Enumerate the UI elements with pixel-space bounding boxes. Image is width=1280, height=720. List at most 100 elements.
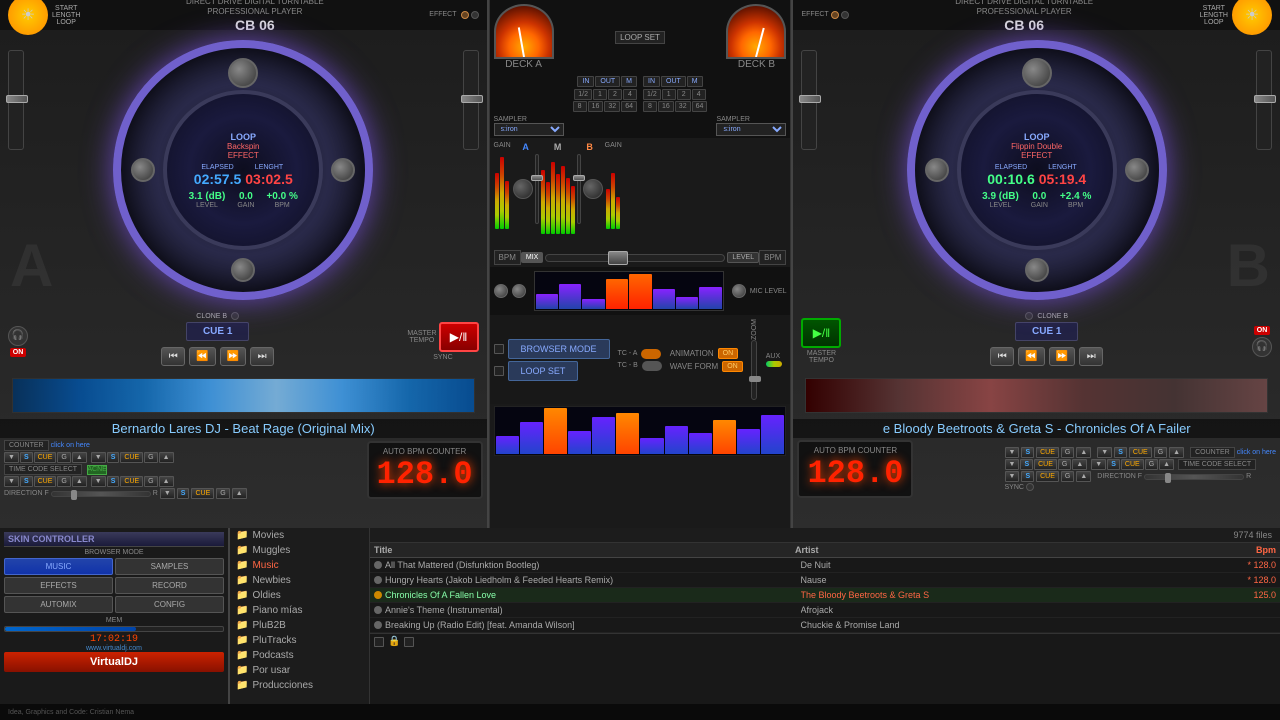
deck-a-g-btn-1[interactable]: G — [57, 452, 70, 463]
loop-1[interactable]: 1 — [593, 89, 607, 100]
animation-on[interactable]: ON — [718, 348, 739, 359]
zoom-slider[interactable] — [751, 340, 757, 400]
effect-dot-b2[interactable] — [841, 11, 849, 19]
deck-a-arrow-down-5[interactable]: ▼ — [160, 488, 175, 499]
deck-b-cue-mini-5[interactable]: CUE — [1036, 471, 1059, 482]
record-btn[interactable]: RECORD — [115, 577, 224, 594]
crossfader[interactable] — [545, 254, 725, 262]
deck-a-arrow-up-4[interactable]: ▲ — [159, 476, 174, 487]
deck-b-g-btn-4[interactable]: G — [1145, 459, 1158, 470]
sampler-a-select[interactable]: s:iron — [494, 123, 564, 136]
folder-muggles[interactable]: 📁 Muggles — [230, 543, 369, 558]
folder-piano[interactable]: 📁 Piano mías — [230, 603, 369, 618]
loop-8-b[interactable]: 8 — [643, 101, 657, 112]
level-label-btn[interactable]: LEVEL — [727, 252, 759, 263]
folder-plub2b[interactable]: 📁 PluB2B — [230, 618, 369, 633]
loop-8[interactable]: 8 — [573, 101, 587, 112]
folder-podcasts[interactable]: 📁 Podcasts — [230, 648, 369, 663]
loop-in-btn-a[interactable]: IN — [577, 76, 594, 87]
deck-a-g-btn-5[interactable]: G — [216, 488, 229, 499]
loop-32-b[interactable]: 32 — [675, 101, 691, 112]
deck-b-s-btn-3[interactable]: S — [1114, 447, 1127, 458]
deck-b-play-pause[interactable]: ▶/‖ — [801, 318, 841, 348]
automix-btn[interactable]: AUTOMIX — [4, 596, 113, 613]
loop-set-btn[interactable]: LOOP SET — [508, 361, 579, 381]
deck-a-bottom-knob[interactable] — [231, 258, 255, 282]
deck-b-g-btn-3[interactable]: G — [1154, 447, 1167, 458]
loop-m-btn-b[interactable]: M — [687, 76, 703, 87]
deck-b-cue-label[interactable]: CUE 1 — [1015, 322, 1078, 341]
sampler-b-select[interactable]: s:iron — [716, 123, 786, 136]
deck-b-headphone[interactable]: 🎧 — [1252, 337, 1272, 357]
deck-a-next[interactable]: ⏩ — [220, 347, 246, 366]
loop-4[interactable]: 4 — [623, 89, 637, 100]
deck-a-left-knob[interactable] — [131, 158, 155, 182]
deck-b-disc[interactable]: LOOP Flippin DoubleEFFECT ELAPSED 00:10.… — [907, 40, 1167, 300]
bpm-left-btn[interactable]: BPM — [494, 250, 521, 265]
folder-music[interactable]: 📁 Music — [230, 558, 369, 573]
tc-b-toggle[interactable] — [642, 361, 662, 371]
deck-a-arrow-down-4[interactable]: ▼ — [91, 476, 106, 487]
deck-b-s-btn-2[interactable]: S — [1020, 459, 1033, 470]
deck-b-clone-dot[interactable] — [1025, 312, 1033, 320]
loop-set-check[interactable] — [494, 366, 504, 376]
mix-knob-c[interactable] — [732, 284, 746, 298]
deck-b-cue-mini-3[interactable]: CUE — [1129, 447, 1152, 458]
file-row-0[interactable]: All That Mattered (Disfunktion Bootleg) … — [370, 558, 1280, 573]
config-btn[interactable]: CONFIG — [115, 596, 224, 613]
deck-b-right-knob[interactable] — [1125, 158, 1149, 182]
file-row-1[interactable]: Hungry Hearts (Jakob Liedholm & Feeded H… — [370, 573, 1280, 588]
deck-a-arrow-up-5[interactable]: ▲ — [232, 488, 247, 499]
deck-a-arrow-up-3[interactable]: ▲ — [159, 452, 174, 463]
loop-16-b[interactable]: 16 — [658, 101, 674, 112]
deck-b-arrow-down-3[interactable]: ▼ — [1097, 447, 1112, 458]
deck-a-arrow-up-2[interactable]: ▲ — [72, 476, 87, 487]
deck-a-prev[interactable]: ⏪ — [189, 347, 215, 366]
folder-plutracks[interactable]: 📁 PluTracks — [230, 633, 369, 648]
deck-b-arrow-up-4[interactable]: ▲ — [1159, 459, 1174, 470]
deck-a-g-btn-2[interactable]: G — [57, 476, 70, 487]
deck-a-cue-label[interactable]: CUE 1 — [186, 322, 249, 341]
effects-btn[interactable]: EFFECTS — [4, 577, 113, 594]
deck-b-s-btn-1[interactable]: S — [1021, 447, 1034, 458]
deck-b-cue-mini-4[interactable]: CUE — [1121, 459, 1144, 470]
deck-a-direction-slider[interactable] — [51, 491, 151, 497]
deck-a-top-knob[interactable] — [228, 58, 258, 88]
deck-a-g-btn-4[interactable]: G — [144, 476, 157, 487]
deck-a-pitch-slider[interactable] — [8, 50, 24, 150]
deck-b-prev[interactable]: ⏪ — [1018, 347, 1044, 366]
deck-b-click-on[interactable]: click on here — [1237, 449, 1276, 456]
deck-a-s-btn-4[interactable]: S — [107, 476, 120, 487]
deck-b-s-btn-5[interactable]: S — [1021, 471, 1034, 482]
deck-b-cue-mini-1[interactable]: CUE — [1036, 447, 1059, 458]
deck-b-arrow-up-2[interactable]: ▲ — [1072, 459, 1087, 470]
loop-out-btn-a[interactable]: OUT — [595, 76, 620, 87]
eq-knob-b1[interactable] — [583, 179, 603, 199]
loop-out-btn-b[interactable]: OUT — [661, 76, 686, 87]
deck-b-left-knob[interactable] — [925, 158, 949, 182]
deck-a-clone-dot[interactable] — [231, 312, 239, 320]
deck-b-pitch-left[interactable] — [801, 50, 817, 150]
deck-a-cue-mini-4[interactable]: CUE — [120, 476, 143, 487]
deck-b-next-next[interactable]: ⏭ — [1079, 347, 1103, 366]
bottom-check-1[interactable] — [374, 637, 384, 647]
deck-b-prev-prev[interactable]: ⏮ — [990, 347, 1014, 366]
loop-64-b[interactable]: 64 — [692, 101, 708, 112]
deck-a-next-next[interactable]: ⏭ — [250, 347, 274, 366]
deck-a-arrow-down-3[interactable]: ▼ — [91, 452, 106, 463]
deck-b-top-knob[interactable] — [1022, 58, 1052, 88]
deck-a-arrow-up-1[interactable]: ▲ — [72, 452, 87, 463]
deck-b-arrow-down-2[interactable]: ▼ — [1005, 459, 1020, 470]
deck-a-g-btn-3[interactable]: G — [144, 452, 157, 463]
loop-4-b[interactable]: 4 — [692, 89, 706, 100]
effect-dot-2[interactable] — [471, 11, 479, 19]
deck-a-cue-mini-1[interactable]: CUE — [34, 452, 57, 463]
file-row-3[interactable]: Annie's Theme (Instrumental) Afrojack — [370, 603, 1280, 618]
deck-b-arrow-up-5[interactable]: ▲ — [1076, 471, 1091, 482]
browser-mode-check[interactable] — [494, 344, 504, 354]
deck-a-arrow-down-1[interactable]: ▼ — [4, 452, 19, 463]
deck-a-acne[interactable]: ACNE — [87, 465, 107, 475]
tc-a-toggle[interactable] — [641, 349, 661, 359]
loop-2-b[interactable]: 2 — [677, 89, 691, 100]
loop-2[interactable]: 2 — [608, 89, 622, 100]
